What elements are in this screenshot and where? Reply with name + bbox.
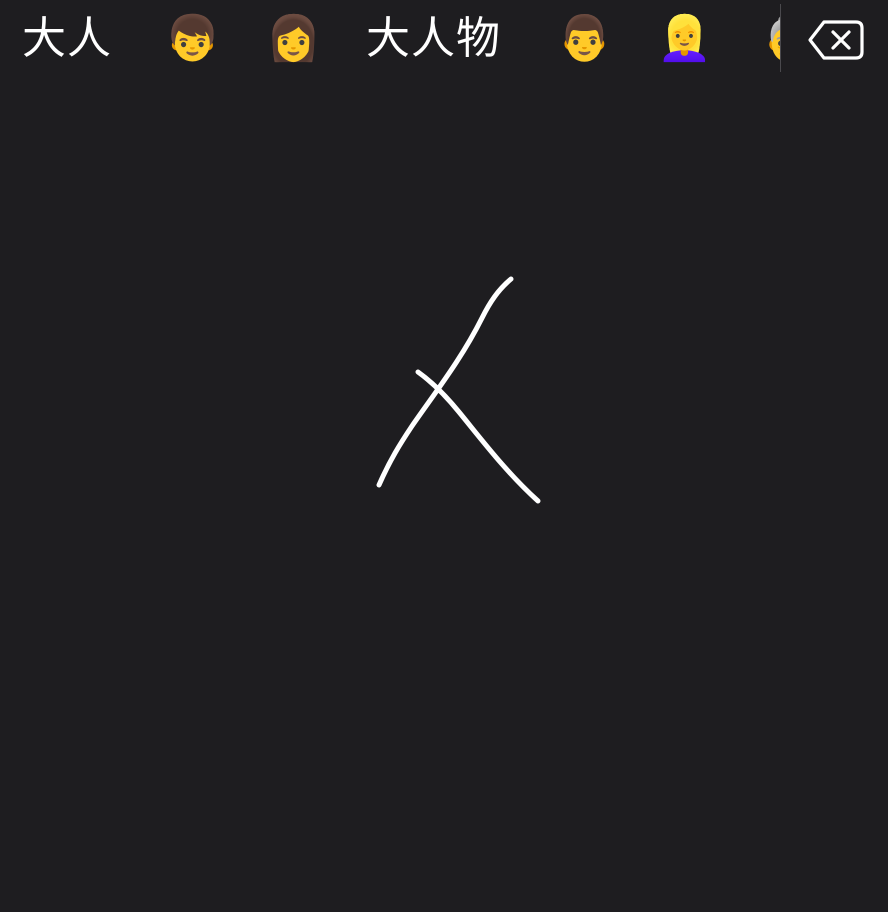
handwriting-keyboard: 大人 👦 👩 大人物 👨 👱‍♀️ 👵: [0, 0, 888, 912]
candidate-emoji[interactable]: 👦: [165, 10, 220, 68]
candidate-word[interactable]: 大人: [22, 10, 112, 68]
candidate-bar: 大人 👦 👩 大人物 👨 👱‍♀️ 👵: [0, 0, 888, 80]
candidate-list[interactable]: 大人 👦 👩 大人物 👨 👱‍♀️ 👵: [0, 0, 781, 80]
candidate-emoji[interactable]: 👵: [762, 10, 781, 68]
delete-backspace-icon: [808, 20, 864, 60]
candidate-emoji[interactable]: 👨: [557, 10, 612, 68]
candidate-emoji[interactable]: 👱‍♀️: [657, 10, 712, 68]
candidate-word[interactable]: 大人物: [366, 10, 501, 68]
candidate-emoji[interactable]: 👩: [266, 10, 321, 68]
handwriting-canvas[interactable]: [0, 80, 888, 912]
candidate-divider: [780, 4, 781, 72]
delete-button[interactable]: [806, 16, 866, 64]
handwritten-strokes: [376, 276, 541, 504]
